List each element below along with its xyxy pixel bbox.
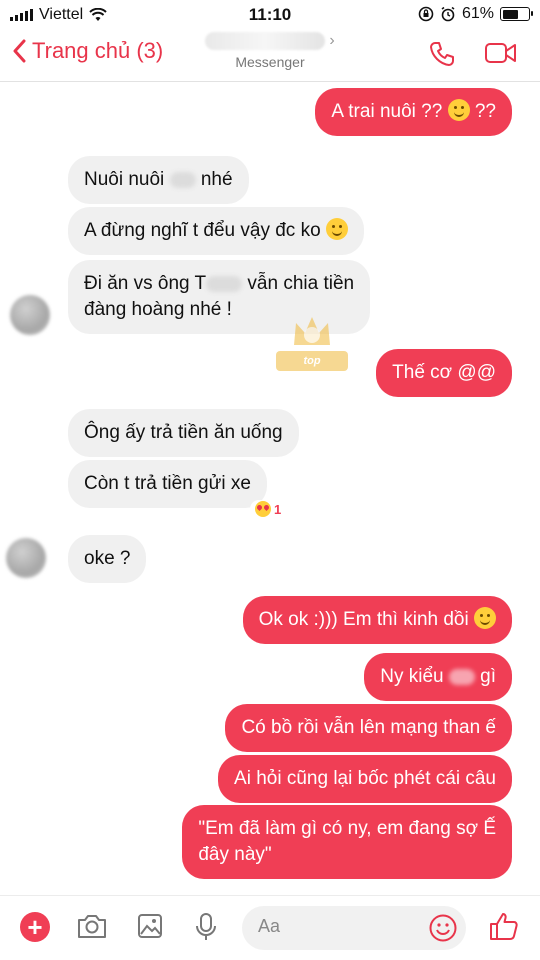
message-text: "Em đã làm gì có ny, em đang sợ Ế (198, 818, 496, 839)
smiling-emoji-icon (325, 218, 348, 240)
status-bar: Viettel 11:10 61% (0, 0, 540, 30)
message-text: Ai hỏi cũng lại bốc phét cái câu (234, 768, 496, 789)
heart-eyes-emoji-icon (255, 501, 271, 517)
message-text: ?? (469, 101, 496, 122)
message-input-container[interactable] (242, 906, 466, 950)
message-outgoing[interactable]: Ok ok :))) Em thì kinh dồi (242, 596, 512, 644)
contact-subtitle: Messenger (235, 54, 305, 71)
message-outgoing[interactable]: Ny kiểu gì (364, 653, 512, 701)
message-text: vẫn chia tiền (242, 273, 355, 294)
battery-percent: 61% (461, 5, 494, 22)
microphone-icon[interactable] (194, 912, 218, 942)
reaction-count: 1 (274, 501, 282, 517)
censored-text (169, 171, 196, 188)
watermark-text: top COMMENTS (276, 351, 348, 387)
message-text: A trai nuôi ?? (331, 101, 448, 122)
crown-icon (294, 317, 330, 345)
status-right: 61% (418, 5, 533, 23)
back-label: Trang chủ (3) (32, 38, 164, 63)
message-text: Đi ăn vs ông T (84, 273, 207, 294)
video-icon[interactable] (484, 40, 518, 66)
lock-rotation-icon (418, 6, 434, 22)
phone-icon[interactable] (428, 40, 456, 68)
contact-title[interactable]: › Messenger (190, 32, 350, 70)
emoji-icon[interactable] (428, 913, 458, 943)
message-text: đây này" (198, 844, 272, 865)
back-button[interactable]: Trang chủ (3) (12, 38, 163, 64)
camera-icon[interactable] (76, 912, 108, 940)
censored-text (206, 275, 243, 292)
censored-text (448, 668, 475, 685)
message-text: oke ? (84, 548, 131, 569)
message-text: A đừng nghĩ t đểu vậy đc ko (84, 220, 326, 241)
like-icon[interactable] (488, 910, 520, 942)
message-outgoing[interactable]: Ai hỏi cũng lại bốc phét cái câu (218, 755, 512, 803)
message-incoming[interactable]: A đừng nghĩ t đểu vậy đc ko (68, 207, 364, 255)
composer-bar: + (0, 895, 540, 960)
message-incoming[interactable]: Nuôi nuôi nhé (68, 156, 249, 204)
smiling-emoji-icon (474, 607, 496, 629)
message-text: nhé (195, 169, 233, 190)
message-text: Ok ok :))) Em thì kinh dồi (258, 609, 474, 630)
reaction-badge[interactable]: 1 (250, 500, 287, 518)
message-outgoing[interactable]: A trai nuôi ?? ?? (315, 88, 512, 136)
avatar[interactable] (6, 538, 46, 578)
message-text: Nuôi nuôi (84, 169, 170, 190)
watermark-logo: top COMMENTS (276, 311, 348, 387)
message-incoming[interactable]: Còn t trả tiền gửi xe (68, 460, 267, 508)
message-incoming[interactable]: oke ? (68, 535, 147, 583)
avatar[interactable] (10, 295, 50, 335)
image-icon[interactable] (136, 912, 164, 940)
message-text: Thế cơ @@ (392, 362, 496, 383)
message-text: Còn t trả tiền gửi xe (84, 473, 251, 494)
contact-name-blurred (205, 32, 326, 50)
message-list[interactable]: A trai nuôi ?? ?? Nuôi nuôi nhé A đừng n… (0, 83, 540, 895)
header-actions (428, 40, 518, 68)
message-text: gì (474, 666, 496, 687)
back-chevron-icon (13, 39, 26, 63)
message-text: Ny kiểu (380, 666, 449, 687)
chevron-right-icon: › (329, 32, 335, 49)
message-input[interactable] (258, 916, 418, 937)
message-text: Có bồ rồi vẫn lên mạng than ế (241, 717, 496, 738)
battery-fill (502, 9, 518, 19)
message-incoming[interactable]: Ông ấy trả tiền ăn uống (68, 409, 299, 457)
message-outgoing[interactable]: "Em đã làm gì có ny, em đang sợ Ế đây nà… (182, 805, 512, 879)
battery-icon (500, 7, 533, 21)
plus-icon[interactable]: + (20, 912, 50, 942)
message-text: Ông ấy trả tiền ăn uống (84, 422, 283, 443)
alarm-icon (441, 6, 455, 22)
message-outgoing[interactable]: Có bồ rồi vẫn lên mạng than ế (225, 704, 512, 752)
grinning-emoji-icon (447, 99, 470, 121)
conversation-header: Trang chủ (3) › Messenger (0, 30, 540, 82)
message-outgoing[interactable]: Thế cơ @@ (376, 349, 512, 397)
